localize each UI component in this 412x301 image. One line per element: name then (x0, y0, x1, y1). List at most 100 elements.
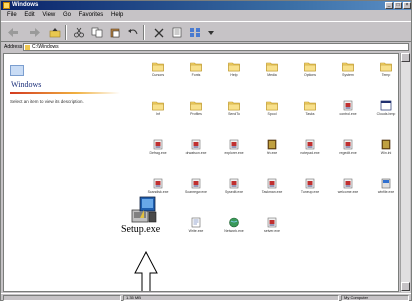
exe-icon (266, 178, 278, 189)
file-item[interactable]: drwatson.exe (182, 139, 210, 155)
forward-arrow-icon[interactable] (29, 27, 41, 38)
scroll-up-button[interactable] (401, 53, 410, 62)
file-item[interactable]: Options (296, 61, 324, 77)
status-bar: 1.35 MB My Computer (1, 293, 411, 301)
file-name: Scanregw.exe (185, 190, 207, 194)
menu-edit[interactable]: Edit (24, 11, 34, 20)
file-name: Temp (381, 73, 391, 77)
file-name: Inf (156, 112, 160, 116)
file-name: System (342, 73, 354, 77)
address-label: Address (4, 44, 23, 50)
file-name: regedit.exe (339, 151, 357, 155)
exe-icon (342, 139, 354, 150)
doc-icon (190, 217, 202, 228)
folder-icon (380, 61, 392, 72)
file-item[interactable]: Tasks (296, 100, 324, 116)
file-item[interactable]: Defrag.exe (144, 139, 172, 155)
undo-icon[interactable] (127, 27, 139, 38)
file-item[interactable]: explorer.exe (220, 139, 248, 155)
menu-help[interactable]: Help (111, 11, 123, 20)
toolbar (1, 21, 411, 42)
status-objects (3, 295, 121, 301)
file-item[interactable]: SendTo (220, 100, 248, 116)
menu-file[interactable]: File (7, 11, 17, 20)
file-item[interactable]: Write.exe (182, 217, 210, 233)
maximize-button[interactable]: □ (394, 2, 402, 9)
file-item[interactable]: Inf (144, 100, 172, 116)
file-item[interactable]: Clouds.bmp (372, 100, 398, 116)
folder-icon (266, 100, 278, 111)
file-item[interactable]: control.exe (334, 100, 362, 116)
delete-icon[interactable] (153, 27, 165, 38)
properties-icon[interactable] (171, 27, 183, 38)
file-item[interactable]: Tuneup.exe (296, 178, 324, 194)
file-item[interactable]: regedit.exe (334, 139, 362, 155)
scroll-down-button[interactable] (401, 282, 410, 291)
menu-go[interactable]: Go (63, 11, 71, 20)
address-bar: Address C:\Windows (1, 43, 411, 52)
views-dropdown-icon[interactable] (205, 27, 217, 38)
minimize-button[interactable]: _ (385, 2, 393, 9)
file-name: setver.exe (264, 229, 280, 233)
address-field[interactable]: C:\Windows (23, 43, 409, 51)
folder-icon (228, 61, 240, 72)
exe-icon (152, 178, 164, 189)
paste-icon[interactable] (109, 27, 121, 38)
setup-file[interactable]: Setup.exe (121, 194, 163, 235)
file-item[interactable]: Scandisk.exe (144, 178, 172, 194)
folder-icon (3, 2, 10, 9)
address-value: C:\Windows (32, 44, 59, 50)
file-item[interactable]: Profiles (182, 100, 210, 116)
window-title: Windows (12, 2, 39, 8)
file-item[interactable]: winfile.exe (372, 178, 398, 194)
window-icon (380, 100, 392, 111)
file-item[interactable]: Media (258, 61, 286, 77)
file-item[interactable]: Spool (258, 100, 286, 116)
file-item[interactable]: Win.ini (372, 139, 398, 155)
file-item[interactable]: setver.exe (258, 217, 286, 233)
file-item[interactable]: Cursors (144, 61, 172, 77)
file-item[interactable]: System (334, 61, 362, 77)
cut-icon[interactable] (73, 27, 85, 38)
file-item[interactable]: Taskman.exe (258, 178, 286, 194)
close-button[interactable]: × (403, 2, 411, 9)
file-item[interactable]: welcome.exe (334, 178, 362, 194)
menu-favorites[interactable]: Favorites (79, 11, 104, 20)
file-item[interactable]: Fonts (182, 61, 210, 77)
exe-icon (304, 178, 316, 189)
copy-icon[interactable] (91, 27, 103, 38)
file-item[interactable]: hh.exe (258, 139, 286, 155)
file-item[interactable]: Network.exe (220, 217, 248, 233)
file-item[interactable]: Sysedit.exe (220, 178, 248, 194)
file-item[interactable]: Scanregw.exe (182, 178, 210, 194)
file-item[interactable]: Temp (372, 61, 398, 77)
file-name: Media (267, 73, 277, 77)
back-arrow-icon[interactable] (7, 27, 19, 38)
file-name: Profiles (190, 112, 202, 116)
exe-icon (190, 178, 202, 189)
file-item[interactable]: Help (220, 61, 248, 77)
file-name: Options (303, 73, 317, 77)
folder-icon (304, 61, 316, 72)
folder-icon (190, 61, 202, 72)
web-view-pane: Windows Select an item to view its descr… (4, 54, 126, 291)
folder-icon (152, 100, 164, 111)
folder-icon (228, 100, 240, 111)
exe-icon (342, 178, 354, 189)
file-name: Sysedit.exe (224, 190, 244, 194)
file-name: Fonts (191, 73, 201, 77)
vertical-scrollbar[interactable] (400, 53, 410, 292)
file-item[interactable]: notepad.exe (296, 139, 324, 155)
file-name: Spool (267, 112, 277, 116)
file-name: Clouds.bmp (376, 112, 396, 116)
up-folder-icon[interactable] (49, 27, 61, 38)
status-location: My Computer (341, 295, 409, 301)
description-hint: Select an item to view its description. (10, 99, 84, 104)
menu-view[interactable]: View (42, 11, 55, 20)
exe-icon (342, 100, 354, 111)
exe-icon (266, 217, 278, 228)
title-bar[interactable]: Windows _ □ × (1, 1, 411, 10)
folder-icon (342, 61, 354, 72)
file-name: explorer.exe (224, 151, 244, 155)
views-icon[interactable] (189, 27, 201, 38)
